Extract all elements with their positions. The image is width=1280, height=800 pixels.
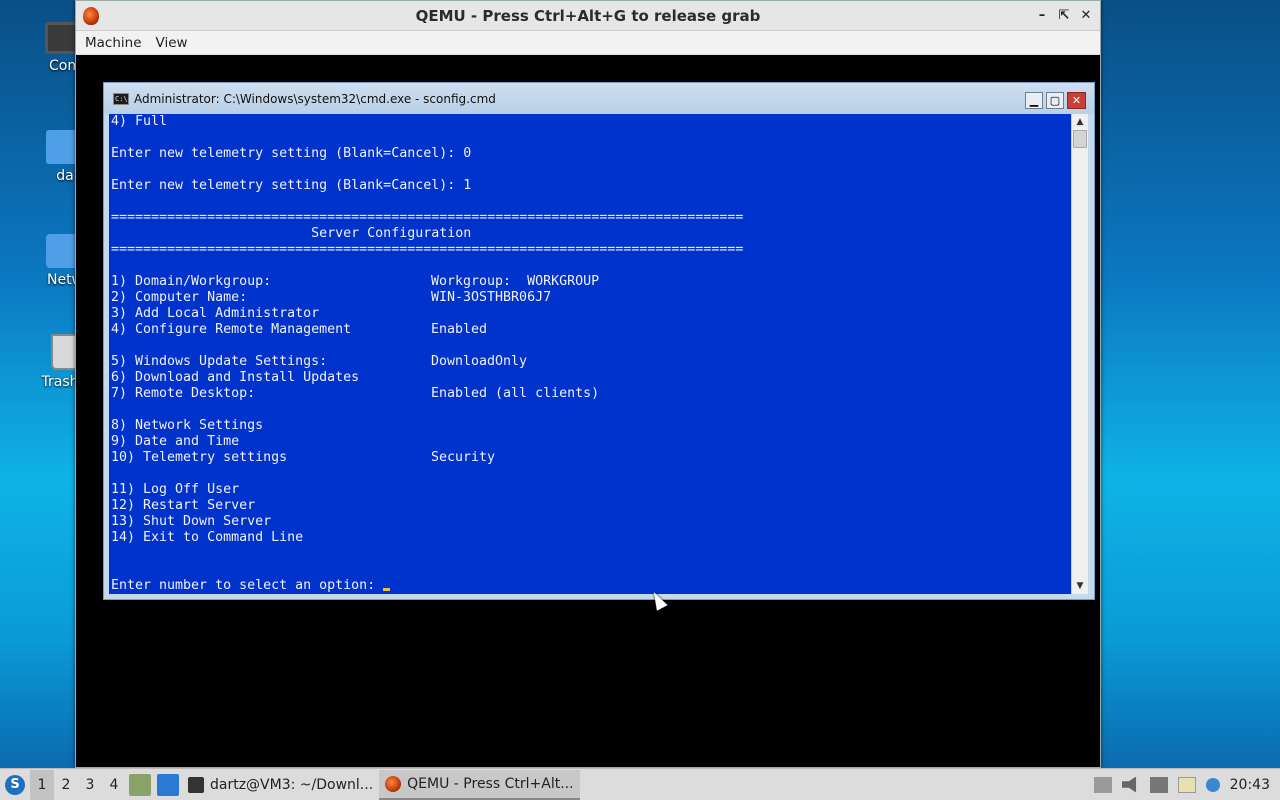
console-line: 4) Full: [111, 114, 168, 129]
task-label: QEMU - Press Ctrl+Alt...: [407, 775, 574, 792]
qemu-titlebar[interactable]: QEMU - Press Ctrl+Alt+G to release grab …: [76, 1, 1100, 31]
option-row-network: 8) Network Settings: [111, 418, 1071, 434]
qemu-window: QEMU - Press Ctrl+Alt+G to release grab …: [75, 0, 1101, 768]
separator-line: ========================================…: [111, 242, 744, 257]
option-row-install-updates: 6) Download and Install Updates: [111, 370, 1071, 386]
console-blank: [111, 546, 1071, 562]
prompt-text: Enter number to select an option:: [111, 578, 384, 593]
option-row-domain: 1) Domain/Workgroup: Workgroup: WORKGROUP: [111, 274, 1071, 290]
clipboard-icon[interactable]: [1177, 776, 1196, 793]
cmd-titlebar[interactable]: C:\ Administrator: C:\Windows\system32\c…: [104, 83, 1094, 114]
option-label: 7) Remote Desktop:: [111, 386, 256, 401]
maximize-icon[interactable]: ⇱: [1056, 6, 1072, 24]
option-row-telemetry: 10) Telemetry settings Security: [111, 450, 1071, 466]
menu-header: Server Configuration: [111, 226, 472, 241]
task-terminal[interactable]: dartz@VM3: ~/Downl...: [182, 770, 379, 800]
close-icon[interactable]: ✕: [1078, 6, 1094, 24]
lxqt-logo-icon: S: [5, 774, 25, 795]
workspace-3[interactable]: 3: [78, 770, 102, 800]
update-notifier-icon[interactable]: [1205, 777, 1220, 792]
option-value: Security: [431, 450, 496, 465]
option-row-shutdown: 13) Shut Down Server: [111, 514, 1071, 530]
qemu-icon: [385, 775, 402, 792]
menu-machine[interactable]: Machine: [80, 33, 147, 53]
cmd-window: C:\ Administrator: C:\Windows\system32\c…: [103, 82, 1095, 600]
terminal-icon: [188, 776, 204, 793]
console-blank: [111, 402, 1071, 418]
qemu-menubar: Machine View: [76, 31, 1100, 55]
start-menu-button[interactable]: S: [0, 770, 30, 800]
console-blank: [111, 562, 1071, 578]
taskbar: S 1 2 3 4 dartz@VM3: ~/Downl... QEMU - P…: [0, 768, 1280, 800]
minimize-icon[interactable]: –: [1034, 6, 1050, 24]
option-label: 10) Telemetry settings: [111, 450, 288, 465]
keyboard-layout-icon[interactable]: [1093, 776, 1112, 793]
option-row-windows-update: 5) Windows Update Settings: DownloadOnly: [111, 354, 1071, 370]
text-cursor: [383, 588, 391, 591]
volume-icon[interactable]: [1121, 776, 1137, 793]
cmd-maximize-button[interactable]: ▢: [1046, 92, 1064, 109]
console-blank: [111, 466, 1071, 482]
scroll-up-icon[interactable]: ▲: [1072, 114, 1088, 130]
option-label: 8) Network Settings: [111, 418, 264, 433]
option-row-restart: 12) Restart Server: [111, 498, 1071, 514]
option-row-computer-name: 2) Computer Name: WIN-3OSTHBR06J7: [111, 290, 1071, 306]
console-line: Enter new telemetry setting (Blank=Cance…: [111, 178, 472, 193]
cmd-icon: C:\: [113, 92, 129, 105]
workspace-4[interactable]: 4: [102, 770, 126, 800]
option-label: 2) Computer Name:: [111, 290, 248, 305]
cmd-window-title: Administrator: C:\Windows\system32\cmd.e…: [134, 91, 496, 106]
show-desktop-icon[interactable]: [157, 773, 179, 796]
console-blank: [111, 338, 1071, 354]
option-row-logoff: 11) Log Off User: [111, 482, 1071, 498]
file-manager-launcher-icon[interactable]: [129, 773, 151, 796]
scrollbar-thumb[interactable]: [1073, 130, 1087, 148]
qemu-window-title: QEMU - Press Ctrl+Alt+G to release grab: [415, 6, 761, 25]
option-value: WIN-3OSTHBR06J7: [431, 290, 552, 305]
option-row-remote-management: 4) Configure Remote Management Enabled: [111, 322, 1071, 338]
cmd-window-controls: ▁ ▢ ✕: [1025, 92, 1086, 109]
workspace-2[interactable]: 2: [54, 770, 78, 800]
console-prompt[interactable]: Enter number to select an option:: [111, 578, 1071, 594]
option-row-date-time: 9) Date and Time: [111, 434, 1071, 450]
option-label: 3) Add Local Administrator: [111, 306, 320, 321]
console-line: Enter new telemetry setting (Blank=Cance…: [111, 146, 472, 161]
option-row-add-admin: 3) Add Local Administrator: [111, 306, 1071, 322]
cmd-minimize-button[interactable]: ▁: [1025, 92, 1043, 109]
option-label: 6) Download and Install Updates: [111, 370, 360, 385]
workspace-1[interactable]: 1: [30, 769, 54, 800]
option-value: Enabled (all clients): [431, 386, 600, 401]
desktop-icon-label: da: [56, 168, 74, 184]
console-scrollbar[interactable]: ▲ ▼: [1071, 114, 1088, 594]
clock[interactable]: 20:43: [1230, 777, 1270, 793]
console-output[interactable]: 4) Full Enter new telemetry setting (Bla…: [109, 114, 1071, 594]
menu-view[interactable]: View: [151, 33, 193, 53]
qemu-window-controls: – ⇱ ✕: [1034, 6, 1094, 24]
network-status-icon[interactable]: [1149, 776, 1168, 793]
option-label: 13) Shut Down Server: [111, 514, 272, 529]
option-label: 12) Restart Server: [111, 498, 256, 513]
scroll-down-icon[interactable]: ▼: [1072, 578, 1088, 594]
option-value: DownloadOnly: [431, 354, 528, 369]
cmd-close-button[interactable]: ✕: [1067, 92, 1086, 109]
option-value: Workgroup: WORKGROUP: [431, 274, 600, 289]
qemu-logo-icon: [83, 7, 99, 25]
separator-line: ========================================…: [111, 210, 744, 225]
option-label: 1) Domain/Workgroup:: [111, 274, 272, 289]
option-label: 14) Exit to Command Line: [111, 530, 304, 545]
option-label: 5) Windows Update Settings:: [111, 354, 328, 369]
option-label: 11) Log Off User: [111, 482, 240, 497]
task-qemu[interactable]: QEMU - Press Ctrl+Alt...: [379, 769, 580, 800]
option-value: Enabled: [431, 322, 488, 337]
option-label: 9) Date and Time: [111, 434, 240, 449]
option-row-remote-desktop: 7) Remote Desktop: Enabled (all clients): [111, 386, 1071, 402]
option-label: 4) Configure Remote Management: [111, 322, 352, 337]
option-row-exit: 14) Exit to Command Line: [111, 530, 1071, 546]
task-label: dartz@VM3: ~/Downl...: [210, 776, 374, 793]
system-tray: 20:43: [1093, 776, 1280, 793]
